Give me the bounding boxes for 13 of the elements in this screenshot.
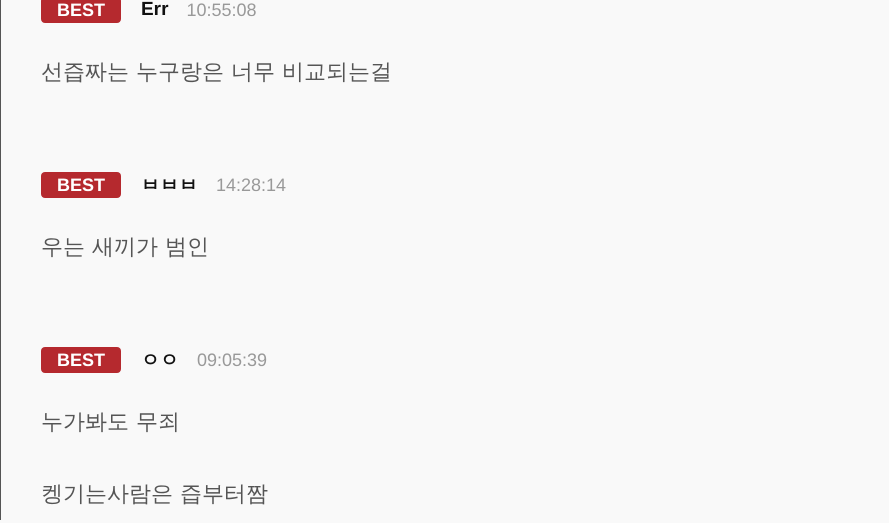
best-badge: BEST [41,172,121,198]
comment-time: 10:55:08 [186,0,257,20]
comment-text: 켕기는사람은 즙부터짬 [41,481,269,509]
comment-text: 선즙짜는 누구랑은 너무 비교되는걸 [41,59,393,87]
best-badge: BEST [41,347,121,373]
comment-text: 누가봐도 무죄 [41,409,181,437]
author-name: ㅂㅂㅂ [141,174,198,198]
author-name: ㅇㅇ [141,349,179,373]
best-badge: BEST [41,0,121,23]
author-name: Err [141,0,168,21]
comment-time: 14:28:14 [216,174,286,196]
comment-text: 우는 새끼가 범인 [41,234,210,262]
comment-time: 09:05:39 [197,350,268,370]
